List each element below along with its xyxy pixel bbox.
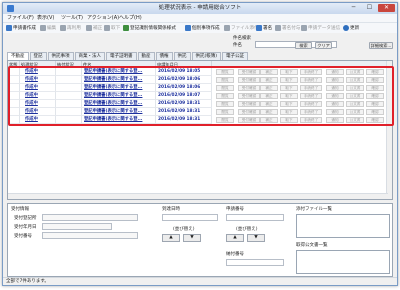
tab-real-estate[interactable]: 不動産 bbox=[7, 52, 29, 60]
sort-label-1: (並び替え) bbox=[173, 227, 195, 232]
title-bar[interactable]: 処理状況表示 - 申請用総合ソフト ─ ☐ ✕ bbox=[3, 3, 397, 14]
app-window: 処理状況表示 - 申請用総合ソフト ─ ☐ ✕ ファイル(F) 表示(V) ツー… bbox=[2, 2, 398, 286]
receipt-office-field bbox=[42, 214, 138, 221]
category-tabs: 不動産 登記 供託事項 商業・法人 電子証明書 動産 債権 供託 供託(帳簿) … bbox=[7, 52, 249, 60]
new-document-icon bbox=[6, 25, 12, 31]
refresh-icon bbox=[343, 25, 349, 31]
registration-forms-button[interactable]: 登記識別情報関係様式 bbox=[123, 24, 176, 32]
add-signature-button[interactable]: 署名付与 bbox=[275, 24, 300, 32]
withdraw-button[interactable]: 取下 bbox=[104, 24, 120, 32]
receipt-number-label: 受付番号 bbox=[14, 234, 32, 239]
tab-e-notary[interactable]: 電子公証 bbox=[222, 52, 249, 60]
signature-icon bbox=[256, 25, 262, 31]
payment-number-field bbox=[226, 259, 284, 266]
window-title: 処理状況表示 - 申請用総合ソフト bbox=[158, 5, 242, 11]
withdraw-icon bbox=[104, 25, 110, 31]
add-signature-icon bbox=[275, 25, 281, 31]
reuse-button[interactable]: 再利用 bbox=[60, 24, 81, 32]
status-text: 全部で7件あります。 bbox=[6, 279, 49, 284]
tab-movables[interactable]: 動産 bbox=[137, 52, 155, 60]
advanced-search-button[interactable]: 詳細検索... bbox=[369, 42, 393, 49]
sort-up-button[interactable]: ▲ bbox=[162, 234, 180, 242]
menu-tools[interactable]: ツール(T) bbox=[61, 14, 83, 23]
clear-button[interactable]: クリア bbox=[315, 42, 332, 49]
horizontal-scrollbar[interactable] bbox=[8, 193, 388, 199]
close-button[interactable]: ✕ bbox=[378, 4, 395, 12]
sort-label-2: (並び替え) bbox=[236, 227, 258, 232]
toolbar-label: 個別事項作成 bbox=[192, 26, 220, 31]
payment-number-label: 納付番号 bbox=[226, 252, 244, 257]
tab-registration[interactable]: 登記 bbox=[29, 52, 47, 60]
tab-e-certificate[interactable]: 電子証明書 bbox=[106, 52, 137, 60]
toolbar-label: 署名付与 bbox=[282, 26, 301, 31]
form-icon bbox=[123, 25, 129, 31]
sort-up-button-2[interactable]: ▲ bbox=[226, 234, 244, 242]
reuse-icon bbox=[60, 25, 66, 31]
toolbar-label: 更新 bbox=[350, 26, 360, 31]
status-bar: 全部で7件あります。 bbox=[3, 277, 397, 285]
official-doc-list[interactable] bbox=[296, 250, 390, 274]
refresh-button[interactable]: 更新 bbox=[343, 24, 359, 32]
toolbar-label: 再利用 bbox=[67, 26, 81, 31]
tab-commercial-corporate[interactable]: 商業・法人 bbox=[74, 52, 105, 60]
menu-file[interactable]: ファイル(F) bbox=[7, 14, 34, 23]
subject-search-heading: 件名検索 bbox=[233, 36, 251, 41]
maximize-button[interactable]: ☐ bbox=[362, 4, 377, 12]
amend-button[interactable]: 補正 bbox=[86, 24, 102, 32]
create-application-button[interactable]: 申請書作成 bbox=[6, 24, 36, 32]
create-item-icon bbox=[185, 25, 191, 31]
menu-view[interactable]: 表示(V) bbox=[37, 14, 54, 23]
sort-down-button[interactable]: ▼ bbox=[183, 234, 201, 242]
arrival-datetime-label: 到達日時 bbox=[162, 207, 180, 212]
toolbar-label: 申請書作成 bbox=[13, 26, 36, 31]
sort-down-button-2[interactable]: ▼ bbox=[247, 234, 265, 242]
receipt-date-label: 受付年月日 bbox=[14, 225, 37, 230]
menu-help[interactable]: ヘルプ(H) bbox=[119, 14, 142, 23]
toolbar-label: 署名 bbox=[263, 26, 273, 31]
toolbar-label: 補正 bbox=[93, 26, 103, 31]
tab-deposit-items[interactable]: 供託事項 bbox=[47, 52, 74, 60]
toolbar-label: ファイル添付 bbox=[231, 26, 259, 31]
send-icon bbox=[301, 25, 307, 31]
minimize-button[interactable]: ─ bbox=[346, 4, 361, 12]
receipt-office-label: 受付登記所 bbox=[14, 216, 37, 221]
amend-icon bbox=[86, 25, 92, 31]
send-application-button[interactable]: 申請データ送信 bbox=[301, 24, 340, 32]
tab-receivables[interactable]: 債権 bbox=[155, 52, 173, 60]
attachment-list[interactable] bbox=[296, 214, 390, 238]
toolbar-label: 取下 bbox=[111, 26, 121, 31]
toolbar-label: 登記識別情報関係様式 bbox=[130, 26, 176, 31]
selection-highlight bbox=[8, 66, 394, 126]
subject-label: 件名 bbox=[233, 43, 242, 48]
menu-action[interactable]: アクション(A) bbox=[87, 14, 119, 23]
individual-item-button[interactable]: 個別事項作成 bbox=[185, 24, 220, 32]
paperclip-icon bbox=[224, 25, 230, 31]
application-number-field bbox=[226, 214, 284, 221]
attachment-list-label: 添付ファイル一覧 bbox=[296, 207, 332, 212]
receipt-number-field bbox=[42, 232, 138, 239]
receipt-date-field bbox=[42, 223, 112, 230]
receipt-info-label: 受付情報 bbox=[11, 207, 29, 212]
edit-icon bbox=[40, 25, 46, 31]
toolbar-label: 申請データ送信 bbox=[308, 26, 341, 31]
sign-button[interactable]: 署名 bbox=[256, 24, 272, 32]
detail-panel: 受付情報 受付登記所 受付年月日 受付番号 到達日時 (並び替え) ▲ ▼ 申請… bbox=[7, 203, 393, 277]
tab-deposit-books[interactable]: 供託(帳簿) bbox=[191, 52, 222, 60]
edit-button[interactable]: 編集 bbox=[40, 24, 56, 32]
application-number-label: 申請番号 bbox=[226, 207, 244, 212]
toolbar: 申請書作成 編集 再利用 補正 取下 登記識別情報関係様式 個別事項作成 ファイ… bbox=[3, 23, 397, 33]
menu-bar: ファイル(F) 表示(V) ツール(T) アクション(A) ヘルプ(H) bbox=[3, 14, 397, 23]
search-button[interactable]: 検索 bbox=[295, 42, 312, 49]
arrival-datetime-field bbox=[162, 214, 218, 221]
toolbar-label: 編集 bbox=[47, 26, 57, 31]
official-doc-list-label: 取得公文書一覧 bbox=[296, 243, 328, 248]
attach-file-button[interactable]: ファイル添付 bbox=[224, 24, 259, 32]
tab-deposit[interactable]: 供託 bbox=[173, 52, 191, 60]
